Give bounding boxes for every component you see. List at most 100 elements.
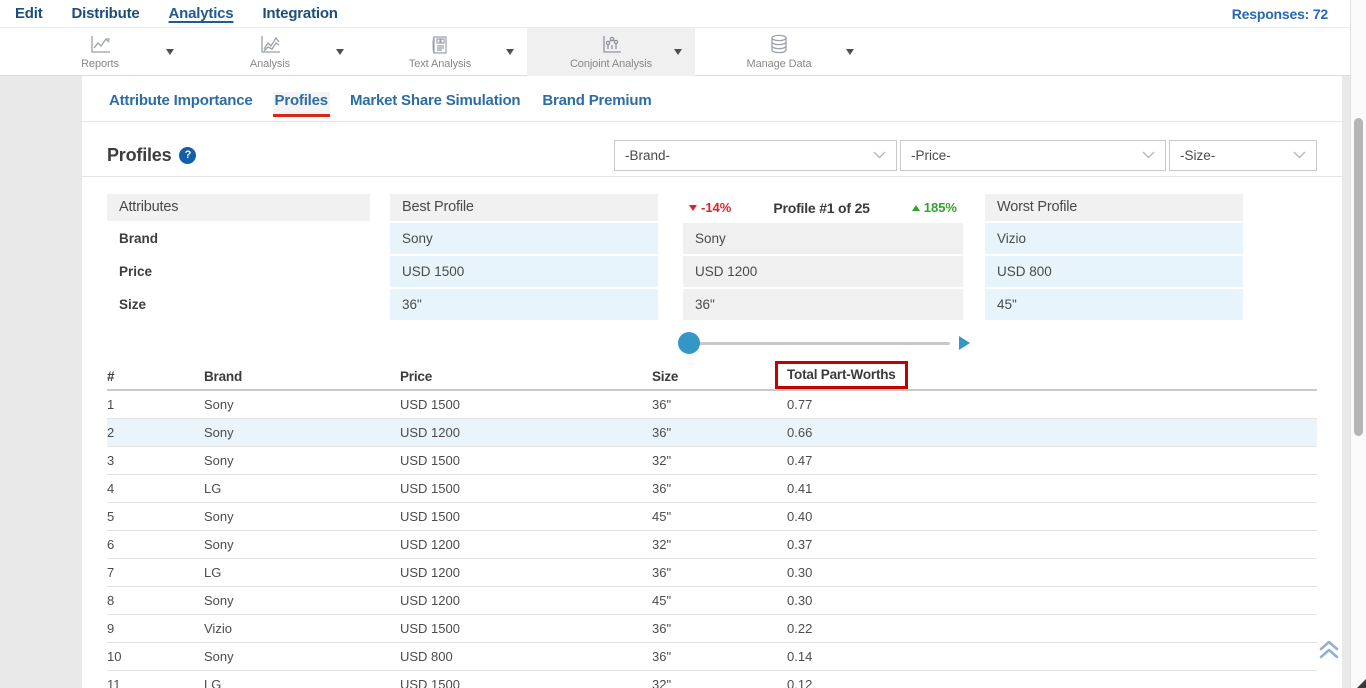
size-filter-select[interactable]: -Size-: [1169, 140, 1317, 171]
tab-brand-premium[interactable]: Brand Premium: [540, 92, 653, 117]
table-row[interactable]: 4LGUSD 150036"0.41: [107, 475, 1317, 503]
chevron-down-icon: [873, 151, 886, 159]
triangle-up-icon: [912, 205, 920, 211]
nav-item-integration[interactable]: Integration: [262, 5, 337, 22]
reports-dropdown-caret-icon[interactable]: [166, 49, 174, 55]
toolbar-item-label: Conjoint Analysis: [570, 58, 652, 70]
table-row[interactable]: 5SonyUSD 150045"0.40: [107, 503, 1317, 531]
profile-filters: -Brand- -Price- -Size-: [614, 140, 1317, 171]
best-profile-column: Best Profile Sony USD 1500 36": [390, 194, 658, 221]
toolbar-item-label: Manage Data: [747, 58, 812, 70]
triangle-down-icon: [689, 205, 697, 211]
tab-market-share-simulation[interactable]: Market Share Simulation: [348, 92, 522, 117]
better-than-worst-pct: 185%: [912, 200, 957, 215]
current-profile-title: Profile #1 of 25: [773, 200, 869, 216]
table-row-highlighted[interactable]: 2SonyUSD 120036"0.66: [107, 419, 1317, 447]
worst-profile-brand: Vizio: [985, 223, 1243, 254]
page-background: Attribute Importance Profiles Market Sha…: [0, 76, 1350, 688]
current-profile-header: -14% Profile #1 of 25 185%: [683, 194, 963, 221]
toolbar-item-label: Reports: [81, 58, 119, 70]
size-filter-value: -Size-: [1180, 148, 1215, 163]
best-profile-header: Best Profile: [390, 194, 658, 221]
brand-filter-select[interactable]: -Brand-: [614, 140, 897, 171]
attributes-header: Attributes: [107, 194, 370, 221]
toolbar-item-analysis[interactable]: Analysis: [195, 28, 345, 76]
document-table-icon: [429, 35, 451, 55]
toolbar-item-reports[interactable]: Reports: [25, 28, 175, 76]
responses-count[interactable]: Responses: 72: [1232, 6, 1350, 22]
heading-divider: [82, 176, 1342, 177]
scatter-chart-icon: [599, 35, 623, 55]
slider-handle[interactable]: [678, 332, 700, 354]
conjoint-dropdown-caret-icon[interactable]: [674, 49, 682, 55]
page-title: Profiles: [107, 145, 171, 166]
nav-item-edit[interactable]: Edit: [15, 5, 43, 22]
price-filter-select[interactable]: -Price-: [900, 140, 1166, 171]
analytics-toolbar: Reports Analysis Text Analysis: [0, 28, 1350, 76]
col-header-total-part-worths[interactable]: Total Part-Worths: [787, 367, 896, 382]
text-analysis-dropdown-caret-icon[interactable]: [506, 49, 514, 55]
table-row[interactable]: 6SonyUSD 120032"0.37: [107, 531, 1317, 559]
help-icon[interactable]: ?: [179, 147, 196, 164]
nav-item-distribute[interactable]: Distribute: [72, 5, 140, 22]
content-card: Attribute Importance Profiles Market Sha…: [82, 76, 1342, 688]
line-chart-icon: [88, 35, 112, 55]
attributes-column: Attributes Brand Price Size: [107, 194, 370, 221]
database-icon: [767, 34, 791, 55]
tab-attribute-importance[interactable]: Attribute Importance: [107, 92, 255, 117]
top-nav: Edit Distribute Analytics Integration Re…: [0, 0, 1350, 28]
worst-profile-price: USD 800: [985, 256, 1243, 287]
current-profile-brand: Sony: [683, 223, 963, 254]
table-row[interactable]: 9VizioUSD 150036"0.22: [107, 615, 1317, 643]
slider-next-arrow-icon[interactable]: [959, 336, 970, 350]
heading-row: Profiles ? -Brand- -Price- -Size-: [107, 138, 1317, 172]
price-filter-value: -Price-: [911, 148, 951, 163]
toolbar-item-label: Analysis: [250, 58, 290, 70]
chevron-down-icon: [1142, 151, 1155, 159]
current-profile-size: 36": [683, 289, 963, 320]
brand-filter-value: -Brand-: [625, 148, 670, 163]
table-row[interactable]: 1SonyUSD 150036"0.77: [107, 391, 1317, 419]
analysis-dropdown-caret-icon[interactable]: [336, 49, 344, 55]
table-row[interactable]: 10SonyUSD 80036"0.14: [107, 643, 1317, 671]
current-profile-column: -14% Profile #1 of 25 185% Sony USD 1200…: [683, 194, 963, 221]
table-row[interactable]: 8SonyUSD 120045"0.30: [107, 587, 1317, 615]
scrollbar-thumb[interactable]: [1354, 118, 1363, 436]
attribute-label-brand: Brand: [107, 223, 370, 254]
table-row[interactable]: 7LGUSD 120036"0.30: [107, 559, 1317, 587]
table-row[interactable]: 11LGUSD 150032"0.12: [107, 671, 1317, 688]
part-worths-table: # Brand Price Size Total Part-Worths 1So…: [107, 363, 1317, 688]
table-row[interactable]: 3SonyUSD 150032"0.47: [107, 447, 1317, 475]
toolbar-item-text-analysis[interactable]: Text Analysis: [365, 28, 515, 76]
profile-slider: [678, 330, 970, 356]
col-header-price[interactable]: Price: [400, 363, 652, 391]
worst-profile-header: Worst Profile: [985, 194, 1243, 221]
col-header-index[interactable]: #: [107, 363, 204, 391]
annotation-highlight-box: Total Part-Worths: [775, 361, 908, 389]
attribute-label-size: Size: [107, 289, 370, 320]
toolbar-item-label: Text Analysis: [409, 58, 471, 70]
resize-corner-icon: [1357, 679, 1366, 688]
toolbar-item-conjoint-analysis[interactable]: Conjoint Analysis: [527, 28, 695, 76]
manage-data-dropdown-caret-icon[interactable]: [846, 49, 854, 55]
worst-profile-column: Worst Profile Vizio USD 800 45": [985, 194, 1243, 221]
nav-item-analytics[interactable]: Analytics: [169, 5, 234, 22]
tab-profiles[interactable]: Profiles: [273, 92, 330, 117]
conjoint-tab-bar: Attribute Importance Profiles Market Sha…: [107, 92, 654, 117]
app-window: Edit Distribute Analytics Integration Re…: [0, 0, 1366, 688]
table-header-row: # Brand Price Size Total Part-Worths: [107, 363, 1317, 391]
scrollbar[interactable]: [1350, 0, 1366, 688]
worst-profile-size: 45": [985, 289, 1243, 320]
best-profile-price: USD 1500: [390, 256, 658, 287]
col-header-size[interactable]: Size: [652, 363, 787, 391]
best-profile-size: 36": [390, 289, 658, 320]
slider-track[interactable]: [688, 342, 950, 345]
attribute-label-price: Price: [107, 256, 370, 287]
best-profile-brand: Sony: [390, 223, 658, 254]
profile-comparison: Attributes Brand Price Size Best Profile…: [82, 194, 1342, 360]
current-profile-price: USD 1200: [683, 256, 963, 287]
tabs-divider: [82, 121, 1342, 122]
toolbar-item-manage-data[interactable]: Manage Data: [704, 28, 854, 76]
scroll-to-top-button[interactable]: [1316, 638, 1342, 664]
col-header-brand[interactable]: Brand: [204, 363, 400, 391]
